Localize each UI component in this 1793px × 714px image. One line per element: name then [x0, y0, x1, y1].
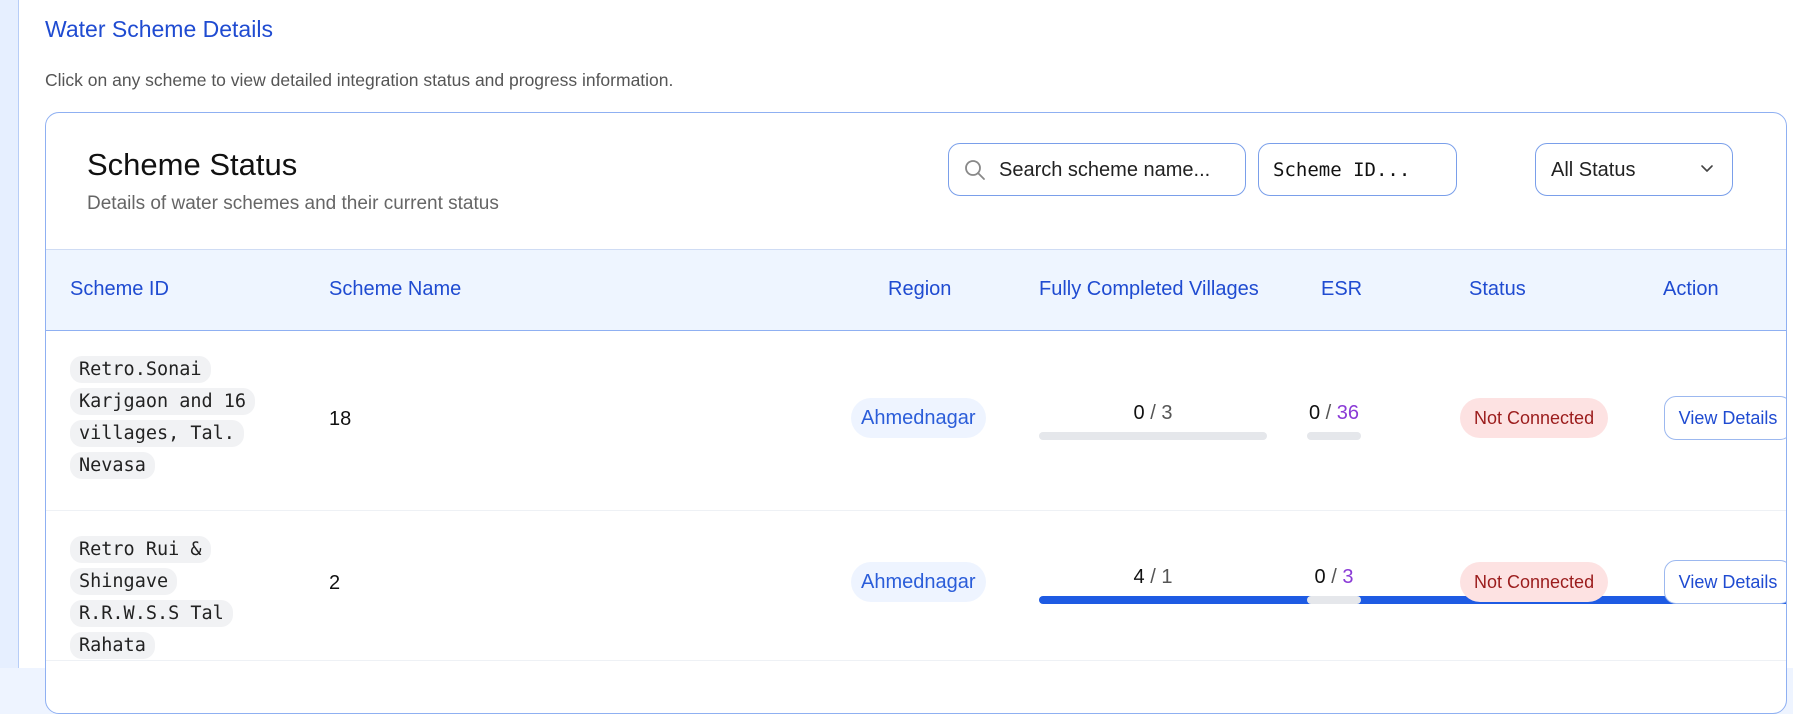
scheme-name-cell: 18 — [329, 408, 352, 430]
esr-progress-track — [1307, 432, 1361, 440]
chevron-down-icon — [1701, 165, 1713, 172]
villages-progress-track — [1039, 432, 1267, 440]
region-pill: Ahmednagar — [851, 562, 986, 602]
table-header: Scheme ID Scheme Name Region Fully Compl… — [46, 249, 1786, 331]
scheme-id-cell: Retro.Sonai Karjgaon and 16 villages, Ta… — [70, 354, 270, 482]
card-title: Scheme Status — [87, 147, 298, 182]
status-filter-select[interactable]: All Status — [1535, 143, 1733, 196]
search-input[interactable]: Search scheme name... — [948, 143, 1246, 196]
scheme-id-cell: Retro Rui & Shingave R.R.W.S.S Tal Rahat… — [70, 534, 270, 662]
status-filter-value: All Status — [1551, 159, 1636, 181]
villages-total: 3 — [1161, 402, 1173, 424]
column-header-region[interactable]: Region — [888, 278, 951, 301]
esr-total: 3 — [1342, 566, 1354, 588]
scheme-id-placeholder: Scheme ID... — [1273, 159, 1411, 181]
villages-progress-text: 0 / 3 — [1133, 402, 1173, 424]
villages-progress-track — [1039, 596, 1786, 604]
column-header-action: Action — [1663, 278, 1719, 300]
villages-completed: 0 — [1133, 402, 1145, 424]
table-row[interactable]: Retro Rui & Shingave R.R.W.S.S Tal Rahat… — [46, 510, 1786, 661]
page-subtitle: Click on any scheme to view detailed int… — [45, 70, 674, 90]
scheme-name-cell: 2 — [329, 572, 341, 594]
scheme-status-card: Scheme Status Details of water schemes a… — [45, 112, 1787, 714]
column-header-status[interactable]: Status — [1469, 278, 1526, 301]
page-title: Water Scheme Details — [45, 16, 273, 42]
view-details-button[interactable]: View Details — [1664, 560, 1786, 604]
search-icon — [965, 160, 985, 180]
column-header-villages[interactable]: Fully Completed Villages — [1039, 278, 1259, 301]
scheme-id-input[interactable]: Scheme ID... — [1258, 143, 1457, 196]
view-details-button[interactable]: View Details — [1664, 396, 1786, 440]
left-edge-strip — [0, 0, 19, 668]
villages-total: 1 — [1161, 566, 1173, 588]
card-subtitle: Details of water schemes and their curre… — [87, 193, 499, 214]
esr-progress-text: 0 / 36 — [1308, 402, 1360, 424]
scheme-id-chip: Retro.Sonai Karjgaon and 16 villages, Ta… — [70, 356, 256, 479]
esr-completed: 0 — [1308, 402, 1321, 424]
column-header-scheme-name[interactable]: Scheme Name — [329, 278, 461, 301]
villages-progress-text: 4 / 1 — [1133, 566, 1173, 588]
esr-progress-text: 0 / 3 — [1314, 566, 1354, 588]
region-pill: Ahmednagar — [851, 398, 986, 438]
column-header-scheme-id[interactable]: Scheme ID — [70, 278, 169, 301]
esr-completed: 0 — [1314, 566, 1326, 588]
table-row[interactable]: Retro.Sonai Karjgaon and 16 villages, Ta… — [46, 330, 1786, 511]
esr-progress-track — [1307, 596, 1361, 604]
scheme-id-chip: Retro Rui & Shingave R.R.W.S.S Tal Rahat… — [70, 536, 233, 659]
esr-total: 36 — [1336, 402, 1360, 424]
status-badge: Not Connected — [1460, 562, 1609, 602]
search-placeholder: Search scheme name... — [999, 159, 1211, 181]
villages-completed: 4 — [1133, 566, 1145, 588]
column-header-esr[interactable]: ESR — [1321, 278, 1362, 301]
status-badge: Not Connected — [1460, 398, 1609, 438]
